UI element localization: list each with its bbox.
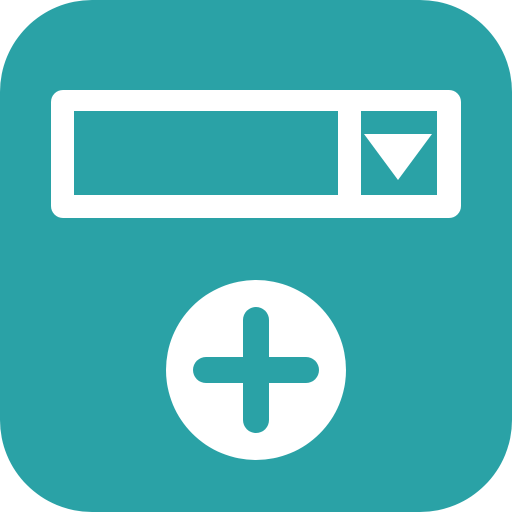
app-icon bbox=[0, 0, 512, 512]
app-icon-svg bbox=[0, 0, 512, 512]
dropdown-text-area bbox=[74, 111, 338, 195]
add-circle-icon bbox=[166, 280, 346, 460]
dropdown-field-icon bbox=[51, 90, 461, 218]
